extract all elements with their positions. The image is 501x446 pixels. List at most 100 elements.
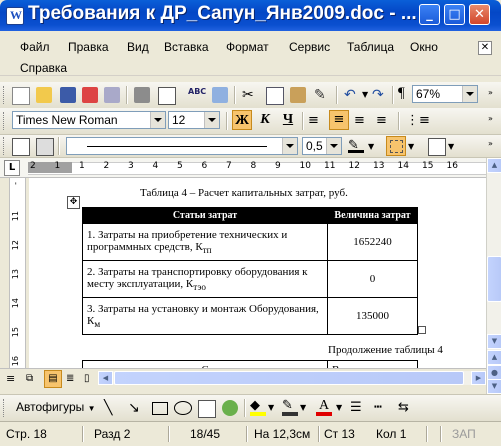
toolbar-grip[interactable] [3, 86, 7, 104]
rectangle-tool-icon[interactable] [152, 402, 168, 415]
chevron-down-icon[interactable]: ▼ [336, 403, 342, 412]
word-app-icon[interactable] [6, 7, 24, 25]
scroll-right-button[interactable]: ▶ [471, 371, 486, 385]
table-cell-value[interactable]: 1652240 [327, 223, 418, 261]
outline-view-icon[interactable]: ≣ [66, 372, 80, 386]
toolbar-grip[interactable] [3, 137, 7, 155]
dash-style-icon[interactable]: ┅ [374, 400, 390, 416]
save-icon[interactable] [60, 87, 76, 103]
undo-icon[interactable]: ↶ [344, 87, 360, 103]
chevron-down-icon[interactable] [204, 112, 219, 128]
line-tool-icon[interactable]: ╲ [104, 400, 120, 416]
line-style-icon[interactable]: ☰ [350, 400, 366, 416]
open-folder-icon[interactable] [36, 87, 52, 103]
line-style-select[interactable] [66, 137, 298, 155]
line-weight-select[interactable]: 0,5 [302, 137, 342, 155]
table-cell[interactable]: 3. Затраты на установку и монтаж Оборудо… [82, 297, 328, 335]
toolbar-options-icon[interactable]: » [488, 139, 493, 148]
chevron-down-icon[interactable]: ▼ [368, 142, 374, 151]
capital-costs-table[interactable]: Статьи затрат Величина затрат 1. Затраты… [82, 207, 418, 335]
title-bar[interactable]: Требования к ДР_Сапун_Янв2009.doc - ... … [0, 0, 501, 31]
table-move-handle-icon[interactable]: ✥ [67, 196, 80, 209]
chevron-down-icon[interactable]: ▼ [300, 403, 306, 412]
horizontal-scrollbar-thumb[interactable] [114, 371, 464, 385]
document-page[interactable]: ✥ Таблица 4 – Расчет капитальных затрат,… [29, 178, 486, 368]
toolbar-options-icon[interactable]: » [488, 114, 493, 123]
line-color-icon[interactable]: ✎ [282, 399, 298, 416]
font-color-icon[interactable]: A [316, 399, 332, 416]
arrow-tool-icon[interactable]: ↘ [128, 400, 144, 416]
bold-button[interactable]: Ж [232, 110, 252, 130]
draw-table-icon[interactable] [12, 138, 30, 156]
insert-diagram-icon[interactable] [222, 400, 238, 416]
web-layout-icon[interactable]: ⧉ [26, 372, 40, 386]
scroll-down-button[interactable]: ▼ [487, 334, 501, 349]
border-color-icon[interactable]: ✎ [348, 138, 364, 153]
menu-file[interactable]: Файл [20, 40, 50, 54]
paste-icon[interactable] [290, 87, 306, 103]
browse-object-button[interactable]: ● [487, 365, 501, 380]
scroll-up-button[interactable]: ▲ [487, 158, 501, 173]
menu-insert[interactable]: Вставка [164, 40, 209, 54]
table-resize-handle[interactable] [418, 326, 426, 334]
chevron-down-icon[interactable]: ▼ [448, 142, 454, 151]
close-button[interactable]: ✕ [469, 4, 490, 25]
borders-button[interactable] [386, 136, 406, 156]
align-center-icon[interactable]: ≡ [329, 110, 349, 130]
show-formatting-icon[interactable]: ¶ [398, 85, 405, 102]
italic-button[interactable]: К [255, 110, 275, 130]
menu-view[interactable]: Вид [127, 40, 149, 54]
research-icon[interactable] [212, 87, 228, 103]
font-select[interactable]: Times New Roman [12, 111, 166, 129]
horizontal-scrollbar[interactable]: ◀ ▶ [98, 371, 486, 385]
zoom-select[interactable]: 67% [412, 85, 478, 103]
menu-format[interactable]: Формат [226, 40, 269, 54]
copy-icon[interactable] [266, 87, 284, 105]
table-cell[interactable]: 2. Затраты на транспортировку оборудован… [82, 260, 328, 298]
next-page-button[interactable]: ▼ [487, 379, 501, 394]
format-painter-icon[interactable]: ✎ [314, 87, 330, 103]
permission-icon[interactable] [82, 87, 98, 103]
print-preview-icon[interactable] [158, 87, 176, 105]
align-right-icon[interactable]: ≡ [354, 113, 370, 129]
chevron-down-icon[interactable]: ▼ [268, 403, 274, 412]
horizontal-ruler[interactable]: L 2 1 1 2 3 4 5 6 7 8 9 10 11 12 13 14 15 16 [0, 158, 486, 178]
table-cell-value[interactable]: 135000 [327, 297, 418, 335]
bullets-icon[interactable]: ⋮≡ [406, 113, 430, 129]
text-box-icon[interactable] [198, 400, 216, 418]
table-cell[interactable]: С [82, 360, 328, 368]
scrollbar-thumb[interactable] [487, 256, 501, 302]
autoshapes-menu[interactable]: Автофигуры ▼ [16, 400, 96, 414]
table-cell[interactable]: 1. Затраты на приобретение технических и… [82, 223, 328, 261]
email-icon[interactable] [104, 87, 120, 103]
redo-icon[interactable]: ↷ [372, 87, 388, 103]
table-cell-value[interactable]: 0 [327, 260, 418, 298]
eraser-icon[interactable] [36, 138, 54, 156]
font-size-select[interactable]: 12 [168, 111, 220, 129]
menu-tools[interactable]: Сервис [289, 40, 330, 54]
shading-icon[interactable] [428, 138, 446, 156]
spelling-icon[interactable]: ABC [188, 87, 206, 103]
previous-page-button[interactable]: ▲ [487, 350, 501, 365]
toolbar-grip[interactable] [3, 112, 7, 130]
table-cell[interactable]: В [327, 360, 418, 368]
minimize-button[interactable]: _ [419, 4, 440, 25]
underline-button[interactable]: Ч [278, 110, 298, 130]
table-header-cell[interactable]: Статьи затрат [82, 207, 328, 224]
cut-icon[interactable]: ✂ [242, 87, 258, 103]
chevron-down-icon[interactable] [326, 138, 341, 154]
toolbar-grip[interactable] [3, 399, 7, 417]
new-document-icon[interactable] [12, 87, 30, 105]
scroll-left-button[interactable]: ◀ [98, 371, 113, 385]
chevron-down-icon[interactable]: ▼ [408, 142, 414, 151]
align-left-icon[interactable]: ≡ [308, 113, 324, 129]
continuation-table[interactable]: С В [82, 360, 418, 368]
fill-color-icon[interactable]: ◆ [250, 399, 266, 416]
print-layout-icon[interactable]: ▤ [44, 370, 62, 388]
oval-tool-icon[interactable] [174, 401, 192, 415]
toolbar-options-icon[interactable]: » [488, 88, 493, 97]
arrow-style-icon[interactable]: ⇆ [398, 400, 414, 416]
reading-layout-icon[interactable]: ▯ [84, 372, 98, 386]
vertical-scrollbar[interactable]: ▲ ▼ ▲ ● ▼ [486, 158, 501, 394]
maximize-button[interactable]: □ [444, 4, 465, 25]
